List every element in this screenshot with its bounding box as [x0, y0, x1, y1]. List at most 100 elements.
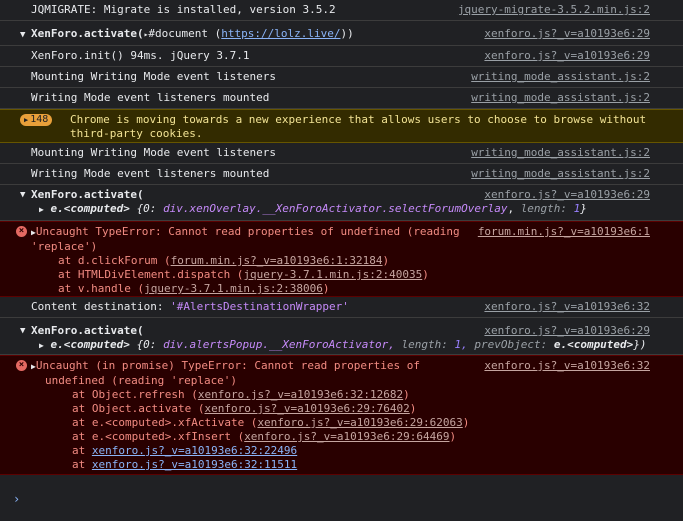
source-link[interactable]: xenforo.js?_v=a10193e6:32 [484, 359, 650, 373]
object-open: {0: [136, 338, 157, 351]
stack-frame: at Object.refresh (xenforo.js?_v=a10193e… [72, 388, 683, 402]
stack-trace: at Object.refresh (xenforo.js?_v=a10193e… [72, 388, 683, 472]
log-text: XenForo.activate( [31, 188, 144, 201]
log-group[interactable]: ▼ XenForo.activate( xenforo.js?_v=a10193… [0, 318, 683, 355]
frame-link[interactable]: xenforo.js?_v=a10193e6:32:22496 [92, 444, 297, 457]
log-text: Content destination: [31, 300, 171, 313]
log-message: JQMIGRATE: Migrate is installed, version… [0, 0, 683, 21]
object-prev: e.<computed> [553, 338, 634, 351]
frame-text: at HTMLDivElement.dispatch ( [58, 268, 244, 281]
stack-frame: at v.handle (jquery-3.7.1.min.js:2:38006… [58, 282, 683, 296]
log-arg: #document [148, 27, 209, 40]
frame-link[interactable]: xenforo.js?_v=a10193e6:29:62063 [257, 416, 462, 429]
source-link[interactable]: jquery-migrate-3.5.2.min.js:2 [458, 3, 650, 17]
object-key: prevObject: [474, 338, 548, 351]
url-link[interactable]: https://lolz.live/ [221, 27, 340, 40]
source-link[interactable]: writing_mode_assistant.js:2 [471, 146, 650, 160]
error-message[interactable]: × ▶Uncaught (in promise) TypeError: Cann… [0, 355, 683, 475]
error-text: Uncaught TypeError: Cannot read properti… [31, 225, 460, 253]
source-link[interactable]: writing_mode_assistant.js:2 [471, 70, 650, 84]
error-header[interactable]: ▶Uncaught (in promise) TypeError: Cannot… [31, 359, 455, 388]
expand-triangle-icon[interactable]: ▼ [20, 28, 25, 42]
source-link[interactable]: xenforo.js?_v=a10193e6:29 [484, 188, 650, 202]
log-text: XenForo.init() 94ms. jQuery 3.7.1 [31, 49, 250, 62]
frame-end: ) [462, 416, 470, 429]
frame-link[interactable]: jquery-3.7.1.min.js:2:38006 [144, 282, 323, 295]
error-message[interactable]: × ▶Uncaught TypeError: Cannot read prope… [0, 221, 683, 297]
stack-frame: at xenforo.js?_v=a10193e6:32:11511 [72, 458, 683, 472]
frame-text: at [72, 444, 92, 457]
stack-frame: at Object.activate (xenforo.js?_v=a10193… [72, 402, 683, 416]
frame-link[interactable]: xenforo.js?_v=a10193e6:32:11511 [92, 458, 297, 471]
source-link[interactable]: xenforo.js?_v=a10193e6:29 [484, 27, 650, 41]
frame-end: ) [422, 268, 429, 281]
console-prompt-icon[interactable]: › [13, 492, 20, 506]
object-key: length: [401, 338, 448, 351]
object-close: }) [633, 338, 647, 351]
stack-frame: at e.<computed>.xfInsert (xenforo.js?_v=… [72, 430, 683, 444]
frame-text: at [72, 458, 92, 471]
object-type: e.<computed> [50, 338, 130, 351]
log-message: XenForo.init() 94ms. jQuery 3.7.1 xenfor… [0, 46, 683, 67]
frame-text: at e.<computed>.xfActivate ( [72, 416, 258, 429]
log-text: JQMIGRATE: Migrate is installed, version… [31, 3, 336, 16]
object-class: div.alertsPopup.__XenForoActivator, [163, 338, 395, 351]
error-text: Uncaught (in promise) TypeError: Cannot … [35, 359, 420, 387]
expand-arrow-icon[interactable]: ▶ [39, 341, 44, 350]
log-text: Mounting Writing Mode event listeners [31, 70, 277, 83]
stack-frame: at d.clickForum (forum.min.js?_v=a10193e… [58, 254, 683, 268]
object-close: } [580, 202, 587, 215]
issue-warning[interactable]: ▶ 148 Chrome is moving towards a new expe… [0, 109, 683, 143]
frame-end: ) [403, 388, 410, 401]
log-text: XenForo.activate( [31, 27, 144, 40]
frame-text: at Object.activate ( [72, 402, 205, 415]
log-group[interactable]: ▼ XenForo.activate(▸#document (https://l… [0, 21, 683, 46]
log-suffix: ) [347, 27, 354, 40]
frame-end: ) [382, 254, 390, 267]
frame-text: at d.clickForum ( [58, 254, 171, 267]
log-string: '#AlertsDestinationWrapper' [170, 300, 349, 313]
source-link[interactable]: forum.min.js?_v=a10193e6:1 [478, 225, 650, 239]
stack-frame: at e.<computed>.xfActivate (xenforo.js?_… [72, 416, 683, 430]
frame-link[interactable]: jquery-3.7.1.min.js:2:40035 [243, 268, 422, 281]
error-icon: × [16, 360, 27, 371]
frame-link[interactable]: forum.min.js?_v=a10193e6:1:32184 [171, 254, 383, 267]
stack-trace: at d.clickForum (forum.min.js?_v=a10193e… [58, 254, 683, 296]
issue-count-badge[interactable]: ▶ 148 [20, 114, 53, 126]
expand-triangle-icon: ▶ [24, 116, 29, 124]
log-message: Mounting Writing Mode event listeners wr… [0, 143, 683, 164]
object-open: {0: [136, 202, 157, 215]
log-message: Content destination: '#AlertsDestination… [0, 297, 683, 318]
object-class: div.xenOverlay.__XenForoActivator.select… [163, 202, 508, 215]
log-group[interactable]: ▼ XenForo.activate( xenforo.js?_v=a10193… [0, 185, 683, 221]
object-type: e.<computed> [50, 202, 130, 215]
warning-text: Chrome is moving towards a new experienc… [70, 113, 647, 140]
error-header[interactable]: ▶Uncaught TypeError: Cannot read propert… [31, 225, 471, 254]
expand-arrow-icon[interactable]: ▶ [39, 205, 44, 214]
frame-text: at Object.refresh ( [72, 388, 198, 401]
expand-triangle-icon[interactable]: ▼ [20, 324, 25, 338]
source-link[interactable]: xenforo.js?_v=a10193e6:29 [484, 324, 650, 338]
log-text: Writing Mode event listeners mounted [31, 91, 270, 104]
object-length: 1, [454, 338, 468, 351]
frame-text: at v.handle ( [58, 282, 145, 295]
object-key: length: [520, 202, 568, 215]
stack-frame: at xenforo.js?_v=a10193e6:32:22496 [72, 444, 683, 458]
source-link[interactable]: writing_mode_assistant.js:2 [471, 167, 650, 181]
frame-link[interactable]: xenforo.js?_v=a10193e6:32:12682 [198, 388, 403, 401]
frame-end: ) [449, 430, 457, 443]
object-preview[interactable]: ▶ e.<computed> {0: div.xenOverlay.__XenF… [31, 202, 683, 217]
log-text: Writing Mode event listeners mounted [31, 167, 270, 180]
frame-link[interactable]: xenforo.js?_v=a10193e6:29:76402 [204, 402, 409, 415]
source-link[interactable]: xenforo.js?_v=a10193e6:32 [484, 300, 650, 314]
object-preview[interactable]: ▶ e.<computed> {0: div.alertsPopup.__Xen… [31, 338, 683, 353]
log-message: Writing Mode event listeners mounted wri… [0, 88, 683, 109]
frame-link[interactable]: xenforo.js?_v=a10193e6:29:64469 [244, 430, 449, 443]
error-icon: × [16, 226, 27, 237]
source-link[interactable]: xenforo.js?_v=a10193e6:29 [484, 49, 650, 63]
console-panel: JQMIGRATE: Migrate is installed, version… [0, 0, 683, 521]
frame-text: at e.<computed>.xfInsert ( [72, 430, 245, 443]
source-link[interactable]: writing_mode_assistant.js:2 [471, 91, 650, 105]
expand-triangle-icon[interactable]: ▼ [20, 188, 25, 202]
stack-frame: at HTMLDivElement.dispatch (jquery-3.7.1… [58, 268, 683, 282]
